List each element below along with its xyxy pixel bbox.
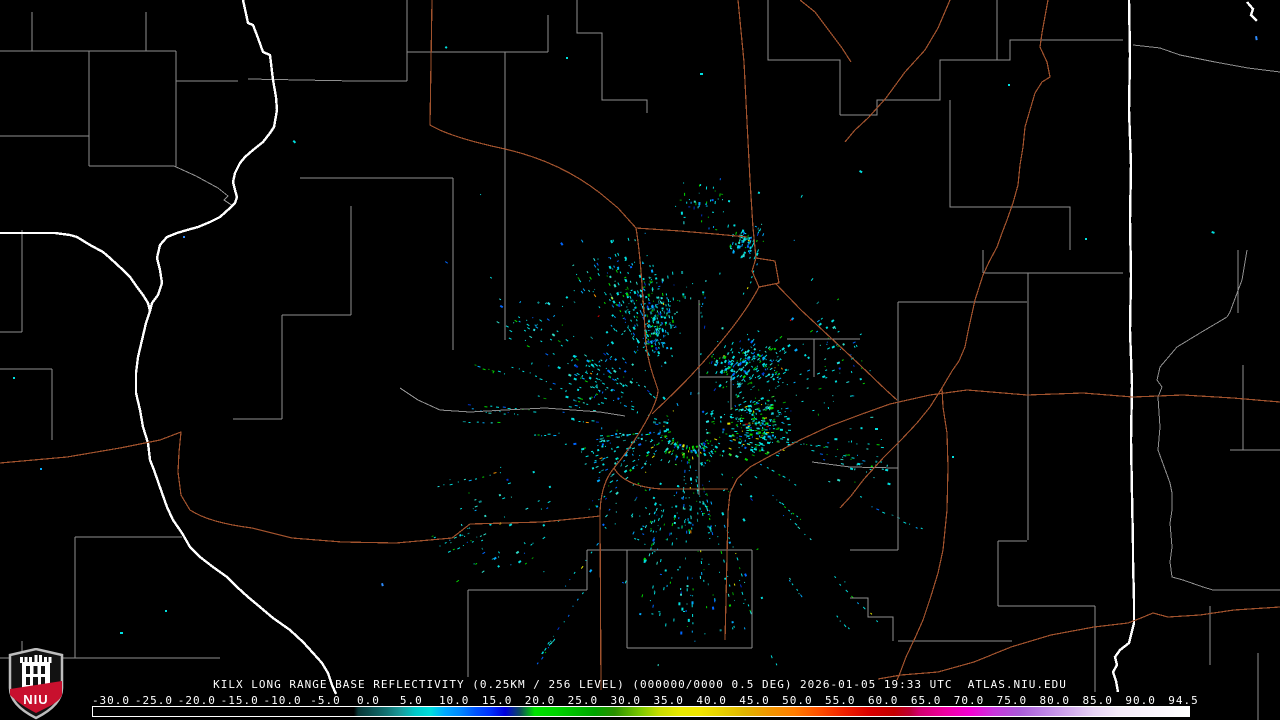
product-title: KILX LONG RANGE BASE REFLECTIVITY (0.25K… [213, 678, 1067, 691]
niu-logo-text: NIU [23, 692, 48, 707]
niu-logo: NIU [8, 648, 64, 720]
county-boundaries-layer [0, 0, 1280, 720]
radar-echoes-layer [13, 36, 1258, 667]
colorbar-scale-labels: -30.0 -25.0 -20.0 -15.0 -10.0 -5.0 0.0 5.0 10.0 1… [0, 694, 1280, 707]
radar-map [0, 0, 1280, 720]
highways-layer [0, 0, 1280, 691]
colorbar-gradient [92, 706, 1190, 717]
radar-display: KILX LONG RANGE BASE REFLECTIVITY (0.25K… [0, 0, 1280, 720]
state-boundaries-layer [0, 0, 1258, 695]
